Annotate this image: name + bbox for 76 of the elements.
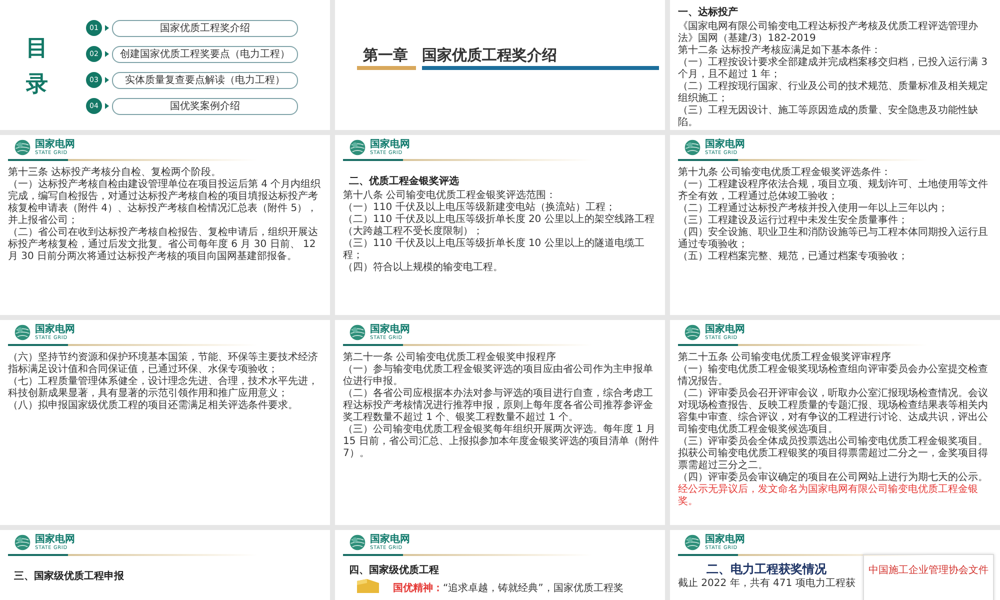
body-text: （二）评审委员会召开评审会议，听取办公室汇报现场检查情况。会议对现场检查报告、反映工程质量的专题汇报、现场检查结果表等相关内容集中审查、综合评议，对有争议的工程进行讨论、达成共识，评出公司输变电优质工程金银奖候选项目。 bbox=[678, 388, 989, 436]
chapter-title: 国家优质工程奖介绍 bbox=[422, 46, 659, 70]
globe-logo-icon bbox=[349, 534, 366, 551]
body-text: （一）输变电优质工程金银奖现场检查组向评审委员会办公室提交检查情况报告。 bbox=[678, 364, 989, 388]
toc-item: 实体质量复查要点解读（电力工程） bbox=[112, 72, 298, 88]
globe-logo-icon bbox=[14, 139, 31, 156]
body-text: （二）110 千伏及以上电压等级折单长度 20 公里以上的架空线路工程（大跨越工程不受长度限制）； bbox=[343, 214, 656, 238]
body-text: 第二十五条 公司输变电优质工程金银奖评审程序 bbox=[678, 352, 892, 364]
pointer-icon bbox=[105, 51, 109, 57]
body-text: 第十九条 公司输变电优质工程金银奖评选条件： bbox=[678, 167, 892, 178]
pointer-icon bbox=[105, 25, 109, 31]
toc-item: 国优奖案例介绍 bbox=[112, 98, 298, 114]
body-text: 第十二条 达标投产考核应满足如下基本条件： bbox=[678, 45, 882, 56]
brand-name: 国家电网 bbox=[370, 324, 410, 334]
slide-heading: 二、优质工程金银奖评选 bbox=[349, 175, 460, 188]
slide-thumbnail[interactable] bbox=[670, 320, 1000, 525]
body-text: （一）110 千伏及以上电压等级新建变电站（换流站）工程； bbox=[343, 202, 616, 214]
body-text: （六）坚持节约资源和保护环境基本国策，节能、环保等主要技术经济指标满足设计值和合同保证值，已通过环保、水保专项验收； bbox=[8, 352, 319, 376]
slide-thumbnail[interactable]: 一、达标投产 《国家电网有限公司输变电工程达标投产考核及优质工程评选管理办法》国网（基建/3）182-2019 第十二条 达标投产考核应满足如下基本条件： （一）工程按设计要求全部建成并完成档案移交归档，已投入运行满 3 个月，且不超过 1 年； （二）工程按现行国家、行业及公司的技术规范、质量标准及相关规定组织施工； （三）工程无因设计、施工等原因造成的质量、安全隐患及功能性缺陷。 bbox=[670, 0, 1000, 130]
brand-name: 国家电网 bbox=[35, 140, 75, 150]
document-title: 中国施工企业管理协会文件 bbox=[868, 564, 989, 578]
folder-icon bbox=[357, 579, 379, 593]
body-text: （七）工程质量管理体系健全，设计理念先进、合理，技术水平先进，科技创新成果显著，具有显著的示范引领作用和推广应用意义； bbox=[8, 376, 319, 400]
body-text: （一）参与输变电优质工程金银奖评选的项目应由省公司作为主申报单位进行申报。 bbox=[343, 364, 654, 388]
brand-name: 国家电网 bbox=[370, 534, 410, 544]
body-text: 第十三条 达标投产考核分自检、复检两个阶段。 bbox=[8, 167, 222, 178]
body-text: （一）工程建设程序依法合规，项目立项、规划许可、土地使用等文件齐全有效，工程通过总体竣工验收； bbox=[678, 179, 989, 202]
body-text: 第二十一条 公司输变电优质工程金银奖申报程序 bbox=[343, 352, 558, 364]
body-text: （一）达标投产考核自检由建设管理单位在项目投运后第 4 个月内组织完成，编写自检报告，对通过达标投产考核自检的项目填报达标投产考核复检申请表（附件 4）、达标投产考核自检情况汇总表（附件 5），并上报省公司； bbox=[8, 179, 322, 226]
slide-heading: 一、达标投产 bbox=[678, 6, 739, 19]
body-text: （一）工程按设计要求全部建成并完成档案移交归档，已投入运行满 3 个月，且不超过 1 年； bbox=[678, 57, 989, 80]
body-text: （八）拟申报国家级优质工程的项目还需满足相关评选条件要求。 bbox=[8, 400, 299, 412]
body-text: （四）安全设施、职业卫生和消防设施等已与工程本体同期投入运行且通过专项验收； bbox=[678, 227, 989, 250]
toc-item: 国家优质工程奖介绍 bbox=[112, 20, 298, 36]
body-text: 第十八条 公司输变电优质工程金银奖评选范围： bbox=[343, 190, 558, 202]
brand-name: 国家电网 bbox=[370, 140, 410, 150]
toc-title: 目 bbox=[26, 38, 48, 60]
body-text: （二）工程按现行国家、行业及公司的技术规范、质量标准及相关规定组织施工； bbox=[678, 81, 989, 104]
body-text: 国优精神：“追求卓越，铸就经典”，国家优质工程奖 bbox=[393, 583, 624, 595]
pointer-icon bbox=[105, 103, 109, 109]
brand-name: 国家电网 bbox=[35, 534, 75, 544]
chapter-label: 第一章 bbox=[357, 46, 416, 70]
globe-logo-icon bbox=[684, 534, 701, 551]
brand-name: 国家电网 bbox=[705, 324, 745, 334]
body-text: 截止 2022 年，共有 471 项电力工程获 bbox=[678, 578, 856, 590]
body-text: （四）符合以上规模的输变电工程。 bbox=[343, 262, 504, 274]
globe-logo-icon bbox=[14, 534, 31, 551]
globe-logo-icon bbox=[684, 139, 701, 156]
slide-thumbnail[interactable] bbox=[670, 135, 1000, 315]
slide-thumbnail[interactable] bbox=[0, 135, 330, 315]
body-text: 《国家电网有限公司输变电工程达标投产考核及优质工程评选管理办法》国网（基建/3）182-2019 bbox=[678, 21, 979, 44]
body-text: （二）省公司在收到达标投产考核自检报告、复检申请后，组织开展达标投产考核复检，通过后发文批复。省公司每年度 6 月 30 日前、 12 月 30 日前分两次将通过达标投产考核的项目向国网基建部报备。 bbox=[8, 227, 319, 263]
slide-thumbnail[interactable] bbox=[335, 320, 665, 525]
brand-name: 国家电网 bbox=[705, 534, 745, 544]
slide-heading: 三、国家级优质工程申报 bbox=[14, 570, 125, 583]
body-text: （三）110 千伏及以上电压等级折单长度 10 公里以上的隧道电缆工程； bbox=[343, 238, 646, 262]
toc-title: 录 bbox=[26, 74, 48, 96]
body-text: （四）评审委员会审议确定的项目在公司网站上进行为期七天的公示。 经公示无异议后，发文命名为国家电网有限公司输变电优质工程金银奖。 bbox=[678, 472, 989, 508]
globe-logo-icon bbox=[349, 324, 366, 341]
body-text: （三）公司输变电优质工程金银奖每年组织开展两次评选。每年度 1 月 15 日前，省公司汇总、上报拟参加本年度金银奖评选的项目清单（附件 7）。 bbox=[343, 424, 659, 460]
slide-thumbnail[interactable]: 第一章 国家优质工程奖介绍 bbox=[335, 0, 665, 130]
body-text: （二）工程通过达标投产考核并投入使用一年以上三年以内； bbox=[678, 203, 949, 214]
slide-heading: 二、电力工程获奖情况 bbox=[706, 562, 827, 576]
body-text: （三）工程无因设计、施工等原因造成的质量、安全隐患及功能性缺陷。 bbox=[678, 105, 979, 129]
body-text: （二）各省公司应根据本办法对参与评选的项目进行自查，综合考虑工程达标投产考核情况进行推荐申报，原则上每年度各省公司推荐参评金奖工程数量不超过 1 个、银奖工程数量不超过 1 个。 bbox=[343, 388, 654, 424]
brand-name: 国家电网 bbox=[35, 324, 75, 334]
brand-name: 国家电网 bbox=[705, 140, 745, 150]
body-text: （五）工程档案完整、规范，已通过档案专项验收； bbox=[678, 251, 909, 263]
globe-logo-icon bbox=[349, 139, 366, 156]
toc-item: 创建国家优质工程奖要点（电力工程） bbox=[112, 46, 298, 62]
globe-logo-icon bbox=[684, 324, 701, 341]
globe-logo-icon bbox=[14, 324, 31, 341]
pointer-icon bbox=[105, 77, 109, 83]
body-text: （三）评审委员会全体成员投票选出公司输变电优质工程金银奖项目。拟获公司输变电优质工程银奖的项目得票需超过二分之一，金奖项目得票需超过三分之二。 bbox=[678, 436, 989, 472]
body-text: （三）工程建设及运行过程中未发生安全质量事件； bbox=[678, 215, 909, 226]
slide-heading: 四、国家级优质工程 bbox=[349, 564, 440, 577]
